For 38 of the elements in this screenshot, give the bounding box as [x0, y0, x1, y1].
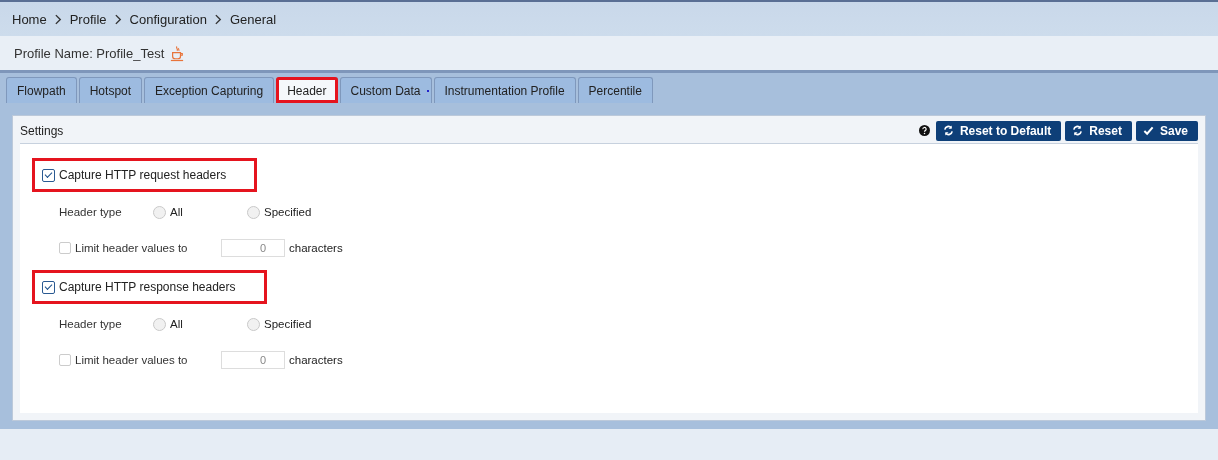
radio-label: All: [170, 318, 183, 330]
radio-label: All: [170, 206, 183, 218]
refresh-icon: [1072, 125, 1084, 136]
breadcrumb-link[interactable]: Home: [12, 11, 47, 27]
chevron-icon: [114, 13, 122, 25]
unit-label: characters: [289, 354, 343, 366]
action-button[interactable]: Reset: [1065, 120, 1132, 141]
breadcrumb-link[interactable]: Configuration: [129, 11, 207, 27]
field-label: Header type: [59, 318, 123, 330]
radio-label: Specified: [264, 318, 312, 330]
radio-label: Specified: [264, 206, 312, 218]
action-button[interactable]: Save: [1135, 120, 1198, 141]
tab[interactable]: Custom Data: [339, 77, 432, 103]
breadcrumb-link[interactable]: General: [229, 11, 277, 27]
checkbox[interactable]: [42, 280, 55, 294]
chevron-icon: [54, 13, 62, 25]
checkbox-label: Capture HTTP response headers: [59, 280, 236, 294]
panel-title: Settings: [20, 123, 65, 138]
tab[interactable]: Instrumentation Profile: [433, 77, 576, 103]
checkbox[interactable]: [42, 168, 55, 182]
tab[interactable]: Percentile: [577, 77, 653, 103]
check-icon: [1142, 125, 1154, 136]
checkbox-label: Limit header values to: [75, 242, 189, 254]
breadcrumb-link[interactable]: Profile: [69, 11, 107, 27]
tab[interactable]: Flowpath: [6, 77, 77, 103]
help-icon[interactable]: [918, 125, 930, 136]
unit-label: characters: [289, 242, 343, 254]
tab[interactable]: Header: [276, 77, 338, 103]
tab[interactable]: Exception Capturing: [144, 77, 275, 103]
profile-name: Profile Name: Profile_Test: [14, 45, 165, 61]
checkbox-label: Limit header values to: [75, 354, 189, 366]
refresh-icon: [942, 125, 954, 136]
chevron-icon: [214, 13, 222, 25]
checkbox-label: Capture HTTP request headers: [59, 168, 227, 182]
tab[interactable]: Hotspot: [78, 77, 143, 103]
field-label: Header type: [59, 206, 123, 218]
coffee-cup-icon: [170, 44, 185, 62]
action-button[interactable]: Reset to Default: [935, 120, 1062, 141]
